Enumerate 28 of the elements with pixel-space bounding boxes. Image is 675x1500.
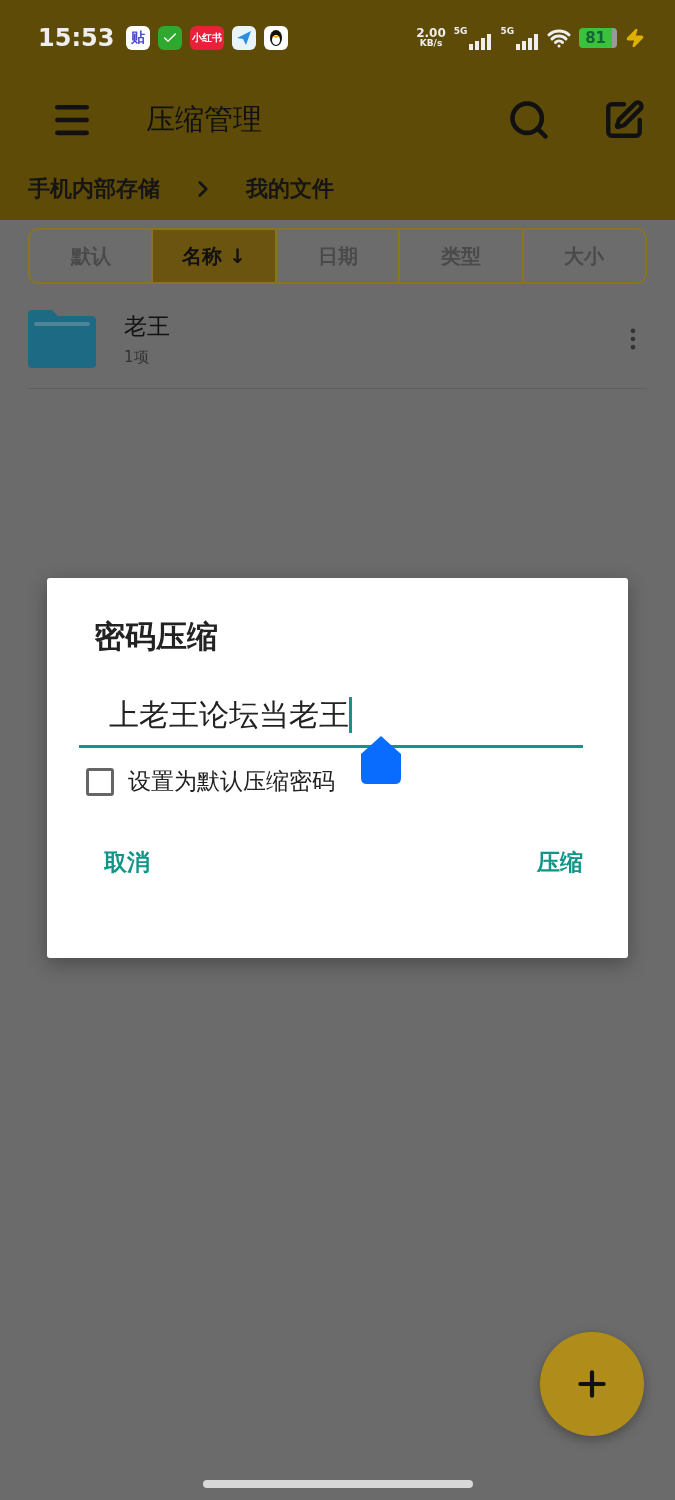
edit-button[interactable] — [603, 99, 645, 141]
dialog-title: 密码压缩 — [94, 617, 219, 656]
lightning-icon — [625, 27, 645, 48]
checkbox-label: 设置为默认压缩密码 — [128, 767, 335, 796]
file-info: 1项 — [124, 348, 150, 367]
compress-button[interactable]: 压缩 — [537, 847, 583, 878]
text-handle-icon[interactable] — [361, 736, 401, 784]
network-type: 5G — [500, 25, 515, 36]
signal-icon — [515, 33, 540, 50]
network-type: 5G — [453, 25, 468, 36]
app-icon: 小红书 — [190, 25, 225, 50]
search-button[interactable] — [507, 98, 551, 142]
breadcrumb-item[interactable]: 我的文件 — [246, 173, 334, 204]
cancel-button[interactable]: 取消 — [104, 847, 150, 878]
breadcrumb-item[interactable]: 手机内部存储 — [28, 173, 160, 204]
sort-tab[interactable]: 名称 ↓ — [151, 230, 275, 282]
checkbox[interactable] — [86, 767, 114, 796]
clock-time: 15:53 — [38, 23, 115, 52]
file-name: 老王 — [124, 312, 171, 341]
signal-icon — [468, 33, 493, 50]
check-app-icon — [158, 25, 183, 50]
app-title: 压缩管理 — [146, 101, 263, 138]
folder-icon — [28, 310, 96, 368]
network-speed: 2.00 KB/s — [416, 27, 446, 48]
penguin-icon — [264, 25, 289, 50]
battery-level: 81 — [579, 27, 617, 48]
paper-plane-icon — [232, 25, 257, 50]
app-icon: 贴 — [126, 25, 151, 50]
